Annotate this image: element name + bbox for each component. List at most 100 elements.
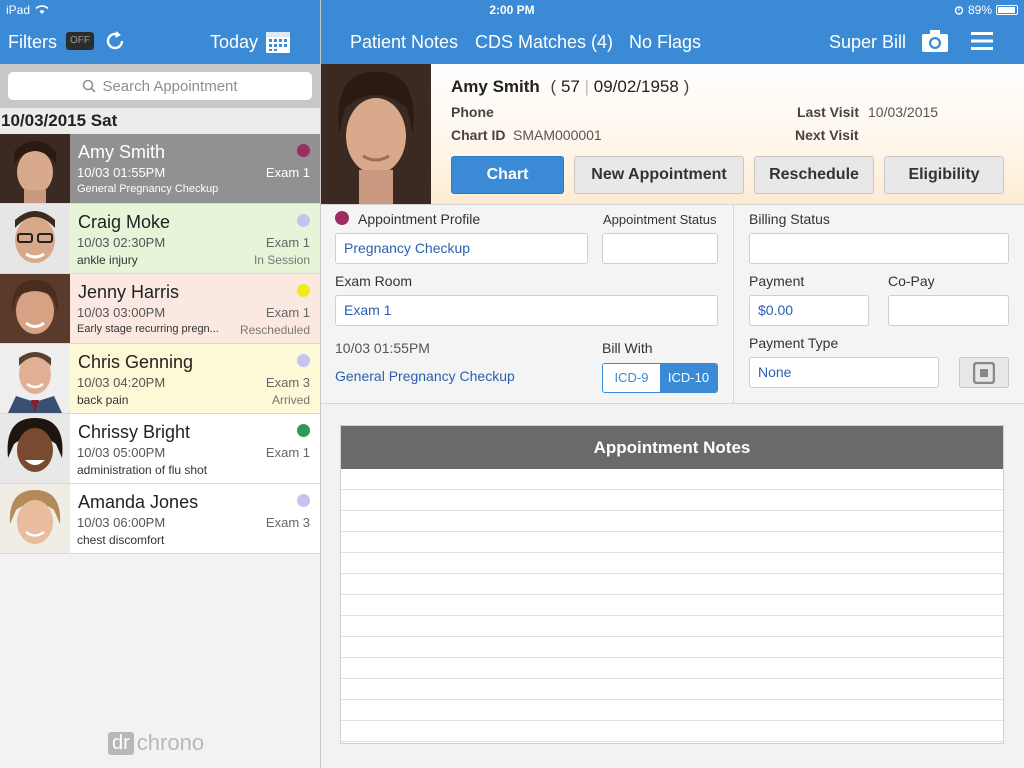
billing-status-field[interactable] <box>749 233 1009 264</box>
appointment-reason: chest discomfort <box>77 533 165 547</box>
phone-label: Phone <box>451 104 494 120</box>
patient-name: Chrissy Bright <box>78 422 191 442</box>
form-divider <box>733 204 734 404</box>
icd9-option[interactable]: ICD-9 <box>603 364 660 392</box>
patient-name: Amy Smith <box>78 142 166 162</box>
appointment-time: 10/03 03:00PM <box>77 305 166 320</box>
list-item[interactable]: Craig Moke 10/03 02:30PM ankle injury Ex… <box>0 204 320 274</box>
chart-id-label: Chart ID <box>451 127 506 143</box>
chart-button[interactable]: Chart <box>451 156 564 194</box>
appointment-reason: administration of flu shot <box>77 463 208 477</box>
bill-with-label: Bill With <box>602 340 653 356</box>
filters-button[interactable]: Filters <box>8 32 57 53</box>
copay-field[interactable] <box>888 295 1009 326</box>
appointment-reason: ankle injury <box>77 253 138 267</box>
left-toolbar: Filters OFF Today <box>0 20 320 64</box>
refresh-icon[interactable] <box>104 30 126 57</box>
exam-room-field[interactable]: Exam 1 <box>335 295 718 326</box>
patient-name: Chris Genning <box>78 352 194 372</box>
camera-icon[interactable] <box>921 29 949 58</box>
patient-header: Amy Smith ( 57 | 09/02/1958 ) Phone Char… <box>321 64 1024 204</box>
billing-status-label: Billing Status <box>749 211 830 227</box>
avatar <box>0 204 70 273</box>
appointment-status: Arrived <box>271 393 310 407</box>
patient-notes-tab[interactable]: Patient Notes <box>350 32 458 53</box>
patient-dob: 09/02/1958 <box>593 77 679 96</box>
right-toolbar: Patient Notes CDS Matches (4) No Flags S… <box>321 20 1024 64</box>
patient-name: Craig Moke <box>78 212 171 232</box>
clock: 2:00 PM <box>489 3 535 17</box>
drchrono-logo: dr chrono <box>108 730 204 756</box>
appointment-status-label: Appointment Status <box>603 212 717 227</box>
list-item[interactable]: Amanda Jones 10/03 06:00PM chest discomf… <box>0 484 320 554</box>
appointment-reason: back pain <box>77 393 129 407</box>
search-input[interactable]: Search Appointment <box>8 72 312 100</box>
appointment-profile-field[interactable]: Pregnancy Checkup <box>335 233 588 264</box>
appointment-time: 10/03 06:00PM <box>77 515 166 530</box>
appointment-notes-title: Appointment Notes <box>341 426 1003 469</box>
payment-type-label: Payment Type <box>749 335 839 351</box>
payment-field[interactable]: $0.00 <box>749 295 869 326</box>
exam-room: Exam 1 <box>265 235 310 250</box>
list-item[interactable]: Chrissy Bright 10/03 05:00PM administrat… <box>0 414 320 484</box>
chart-id-value: SMAM000001 <box>513 127 602 143</box>
visit-reason-link[interactable]: General Pregnancy Checkup <box>335 368 515 384</box>
copay-label: Co-Pay <box>888 273 935 289</box>
status-dot <box>297 284 310 297</box>
super-bill-button[interactable]: Super Bill <box>829 32 906 53</box>
reschedule-button[interactable]: Reschedule <box>754 156 874 194</box>
appointment-status: In Session <box>253 253 310 267</box>
avatar <box>0 274 70 343</box>
logo-chrono: chrono <box>136 730 205 755</box>
filter-toggle[interactable]: OFF <box>66 32 94 50</box>
appointment-datetime: 10/03 01:55PM <box>335 340 430 356</box>
exam-room-label: Exam Room <box>335 273 413 289</box>
new-appointment-button[interactable]: New Appointment <box>574 156 744 194</box>
status-dot <box>297 424 310 437</box>
patient-age: 57 <box>560 77 580 96</box>
exam-room: Exam 3 <box>265 515 310 530</box>
appointment-time: 10/03 01:55PM <box>77 165 166 180</box>
search-placeholder: Search Appointment <box>102 77 238 95</box>
appointment-status: Rescheduled <box>239 323 310 337</box>
patient-name: Amanda Jones <box>78 492 199 512</box>
patient-name: Jenny Harris <box>78 282 180 302</box>
exam-room: Exam 3 <box>265 375 310 390</box>
flags-tab[interactable]: No Flags <box>629 32 701 53</box>
payment-label: Payment <box>749 273 805 289</box>
appointment-reason: Early stage recurring pregn... <box>77 323 219 335</box>
appointment-time: 10/03 05:00PM <box>77 445 166 460</box>
bill-with-toggle: ICD-9 ICD-10 <box>602 363 718 393</box>
appointment-reason: General Pregnancy Checkup <box>77 183 219 195</box>
appointment-time: 10/03 02:30PM <box>77 235 166 250</box>
list-item[interactable]: Amy Smith 10/03 01:55PM General Pregnanc… <box>0 134 320 204</box>
status-bar: iPad 2:00 PM 89% <box>0 0 1024 20</box>
square-icon <box>973 361 995 384</box>
alarm-icon <box>954 6 964 15</box>
cds-matches-tab[interactable]: CDS Matches (4) <box>475 32 613 53</box>
appointment-time: 10/03 04:20PM <box>77 375 166 390</box>
today-button[interactable]: Today <box>210 32 258 53</box>
search-bar: Search Appointment <box>0 64 320 108</box>
search-icon <box>83 79 97 93</box>
exam-room: Exam 1 <box>265 165 310 180</box>
appointment-notes-panel: Appointment Notes <box>340 425 1004 744</box>
appointment-profile-label: Appointment Profile <box>358 211 481 227</box>
appointment-notes-textarea[interactable] <box>341 469 1003 743</box>
exam-room: Exam 1 <box>265 445 310 460</box>
list-item[interactable]: Jenny Harris 10/03 03:00PM Early stage r… <box>0 274 320 344</box>
card-reader-button[interactable] <box>959 357 1009 388</box>
appointment-status-field[interactable] <box>602 233 718 264</box>
patient-photo <box>321 64 431 204</box>
profile-color-dot <box>335 211 349 225</box>
avatar <box>0 344 70 413</box>
logo-dr: dr <box>108 731 134 755</box>
icd10-option[interactable]: ICD-10 <box>660 364 717 392</box>
exam-room: Exam 1 <box>265 305 310 320</box>
calendar-icon[interactable] <box>265 30 291 59</box>
payment-type-select[interactable]: None <box>749 357 939 388</box>
menu-icon[interactable] <box>971 31 993 56</box>
list-item[interactable]: Chris Genning 10/03 04:20PM back pain Ex… <box>0 344 320 414</box>
eligibility-button[interactable]: Eligibility <box>884 156 1004 194</box>
avatar <box>0 134 70 203</box>
